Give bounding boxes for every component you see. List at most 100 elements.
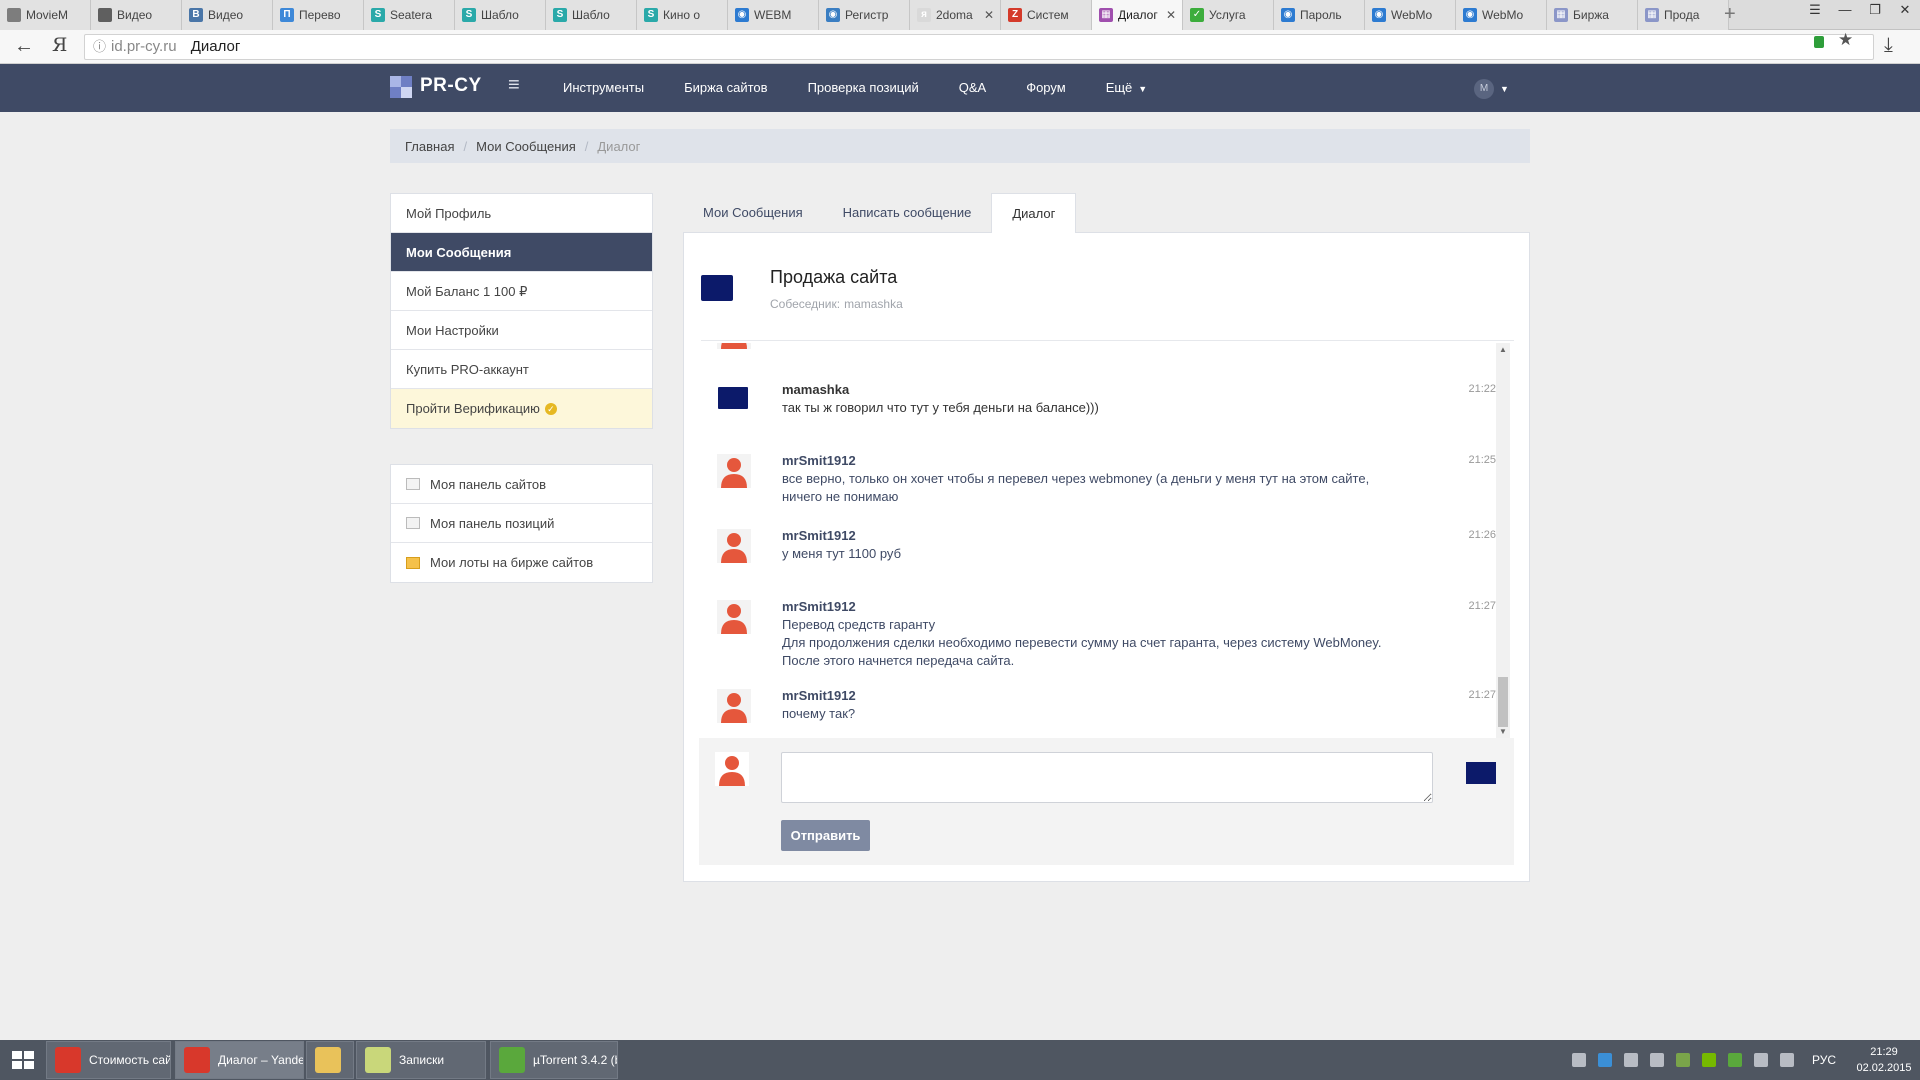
browser-tab[interactable]: S Шабло xyxy=(546,0,637,30)
sidebar-item-messages[interactable]: Мои Сообщения xyxy=(391,233,652,272)
nav-more[interactable]: Ещё ▼ xyxy=(1106,64,1148,112)
browser-tab[interactable]: ◉ Пароль xyxy=(1274,0,1365,30)
taskbar-app-button[interactable]: Записки xyxy=(356,1041,486,1079)
message-author[interactable]: mrSmit1912 xyxy=(782,527,1436,545)
clock-time: 21:29 xyxy=(1870,1046,1898,1058)
message-author[interactable]: mrSmit1912 xyxy=(782,452,1436,470)
scroll-down-arrow-icon[interactable]: ▼ xyxy=(1499,727,1507,736)
new-tab-button[interactable]: + xyxy=(1724,3,1736,26)
tab-my-messages[interactable]: Мои Сообщения xyxy=(683,193,823,233)
clock[interactable]: 21:29 02.02.2015 xyxy=(1854,1044,1914,1076)
user-avatar-icon xyxy=(715,752,749,786)
tab-dialog[interactable]: Диалог xyxy=(991,193,1077,234)
sidebar-item-positions-panel[interactable]: Моя панель позиций xyxy=(391,504,652,543)
close-tab-icon[interactable]: ✕ xyxy=(982,8,996,22)
message-time: 21:27 xyxy=(1468,600,1496,612)
download-icon[interactable]: ⤓ xyxy=(1884,34,1893,57)
lock-icon[interactable] xyxy=(1814,36,1824,48)
nav-positions[interactable]: Проверка позиций xyxy=(808,64,919,112)
utorrent-tray-icon[interactable] xyxy=(1727,1053,1742,1067)
maximize-button[interactable]: ❐ xyxy=(1860,0,1890,22)
taskbar-app-button[interactable] xyxy=(306,1041,354,1079)
message-scrollbar[interactable]: ▲ ▼ xyxy=(1496,343,1510,738)
message-author[interactable]: mrSmit1912 xyxy=(782,598,1436,616)
windows-start-icon[interactable] xyxy=(0,1040,46,1080)
taskbar-app-button[interactable]: Диалог – Yandex xyxy=(175,1041,304,1079)
breadcrumb-home[interactable]: Главная xyxy=(405,139,454,154)
flag-icon[interactable] xyxy=(1753,1053,1768,1067)
browser-tab[interactable]: ◉ WEBM xyxy=(728,0,819,30)
taskbar-app-button[interactable]: µTorrent 3.4.2 (b... xyxy=(490,1041,618,1079)
taskbar-app-button[interactable]: Стоимость сайта... xyxy=(46,1041,171,1079)
hamburger-menu-icon[interactable]: ≡ xyxy=(508,74,520,97)
tray-icon[interactable] xyxy=(1649,1053,1664,1067)
browser-tab-title: Услуга xyxy=(1209,8,1246,22)
nvidia-icon[interactable] xyxy=(1701,1053,1716,1067)
back-arrow-icon[interactable]: ← xyxy=(14,35,34,58)
browser-tab[interactable]: Видео xyxy=(91,0,182,30)
close-tab-icon[interactable]: ✕ xyxy=(1164,8,1178,22)
bookmark-star-icon[interactable]: ★ xyxy=(1838,30,1853,50)
sidebar-item-pro[interactable]: Купить PRO-аккаунт xyxy=(391,350,652,389)
sidebar-item-sites-panel[interactable]: Моя панель сайтов xyxy=(391,465,652,504)
site-thumbnail[interactable] xyxy=(701,275,733,301)
user-menu[interactable]: M ▼ xyxy=(1474,79,1509,99)
scroll-thumb[interactable] xyxy=(1498,677,1508,727)
browser-tab[interactable]: ✓ Услуга xyxy=(1183,0,1274,30)
browser-tab[interactable]: ▦ Диалог ✕ xyxy=(1092,0,1183,30)
chart-icon xyxy=(406,517,420,529)
partner-name[interactable]: mamashka xyxy=(844,297,903,311)
send-button[interactable]: Отправить xyxy=(781,820,870,851)
sidebar-item-balance[interactable]: Мой Баланс 1 100 ₽ xyxy=(391,272,652,311)
scroll-up-arrow-icon[interactable]: ▲ xyxy=(1499,345,1507,354)
browser-tab[interactable]: П Перево xyxy=(273,0,364,30)
url-field[interactable]: ⓘ id.pr-cy.ru Диалог xyxy=(84,34,1874,60)
browser-tab[interactable]: ◉ WebMo xyxy=(1365,0,1456,30)
browser-tab[interactable]: S Seatera xyxy=(364,0,455,30)
brand-name[interactable]: PR-CY xyxy=(420,75,482,97)
nav-exchange[interactable]: Биржа сайтов xyxy=(684,64,768,112)
sidebar-item-settings[interactable]: Мои Настройки xyxy=(391,311,652,350)
breadcrumb-messages[interactable]: Мои Сообщения xyxy=(476,139,576,154)
nav-forum[interactable]: Форум xyxy=(1026,64,1066,112)
close-window-button[interactable]: ✕ xyxy=(1890,0,1920,22)
reply-composer: Отправить xyxy=(699,738,1514,865)
table-icon xyxy=(406,478,420,490)
browser-tab[interactable]: ▦ Прода xyxy=(1638,0,1729,30)
browser-tab[interactable]: MovieM xyxy=(0,0,91,30)
message-author[interactable]: mrSmit1912 xyxy=(782,687,1436,705)
favicon-icon: ◉ xyxy=(1281,8,1295,22)
sidebar-item-profile[interactable]: Мой Профиль xyxy=(391,194,652,233)
favicon-icon: ◉ xyxy=(1372,8,1386,22)
network-icon[interactable] xyxy=(1779,1053,1794,1067)
browser-tab[interactable]: ▦ Биржа xyxy=(1547,0,1638,30)
menu-button[interactable]: ☰ xyxy=(1800,0,1830,22)
browser-tab[interactable]: S Кино о xyxy=(637,0,728,30)
browser-tab[interactable]: B Видео xyxy=(182,0,273,30)
browser-tab[interactable]: я 2doma ✕ xyxy=(910,0,1001,30)
message-text: После этого начнется передача сайта. xyxy=(782,653,1015,668)
tray-icon[interactable] xyxy=(1675,1053,1690,1067)
site-info-icon[interactable]: ⓘ xyxy=(93,35,106,59)
message-list[interactable]: блин надо восстановить пароль для webmon… xyxy=(701,343,1514,738)
browser-tab[interactable]: Z Систем xyxy=(1001,0,1092,30)
sidebar-item-lots[interactable]: Мои лоты на бирже сайтов xyxy=(391,543,652,582)
tray-icon[interactable] xyxy=(1571,1053,1586,1067)
pr-cy-logo-icon[interactable] xyxy=(390,76,412,98)
windows-taskbar: Стоимость сайта... Диалог – Yandex Записки… xyxy=(0,1040,1920,1080)
browser-tab[interactable]: ◉ WebMo xyxy=(1456,0,1547,30)
volume-icon[interactable] xyxy=(1623,1053,1638,1067)
nav-tools[interactable]: Инструменты xyxy=(563,64,644,112)
sidebar-item-verification[interactable]: Пройти Верификацию ✓ xyxy=(391,389,652,428)
browser-tab[interactable]: S Шабло xyxy=(455,0,546,30)
message-input[interactable] xyxy=(781,752,1433,803)
tab-write-message[interactable]: Написать сообщение xyxy=(823,193,992,233)
language-indicator[interactable]: РУС xyxy=(1812,1053,1836,1067)
browser-tab[interactable]: ◉ Регистр xyxy=(819,0,910,30)
tray-icon[interactable] xyxy=(1597,1053,1612,1067)
minimize-button[interactable]: — xyxy=(1830,0,1860,22)
favicon-icon: S xyxy=(644,8,658,22)
message-author[interactable]: mamashka xyxy=(782,381,1436,399)
nav-qa[interactable]: Q&A xyxy=(959,64,986,112)
yandex-logo-icon[interactable]: Я xyxy=(52,34,67,56)
